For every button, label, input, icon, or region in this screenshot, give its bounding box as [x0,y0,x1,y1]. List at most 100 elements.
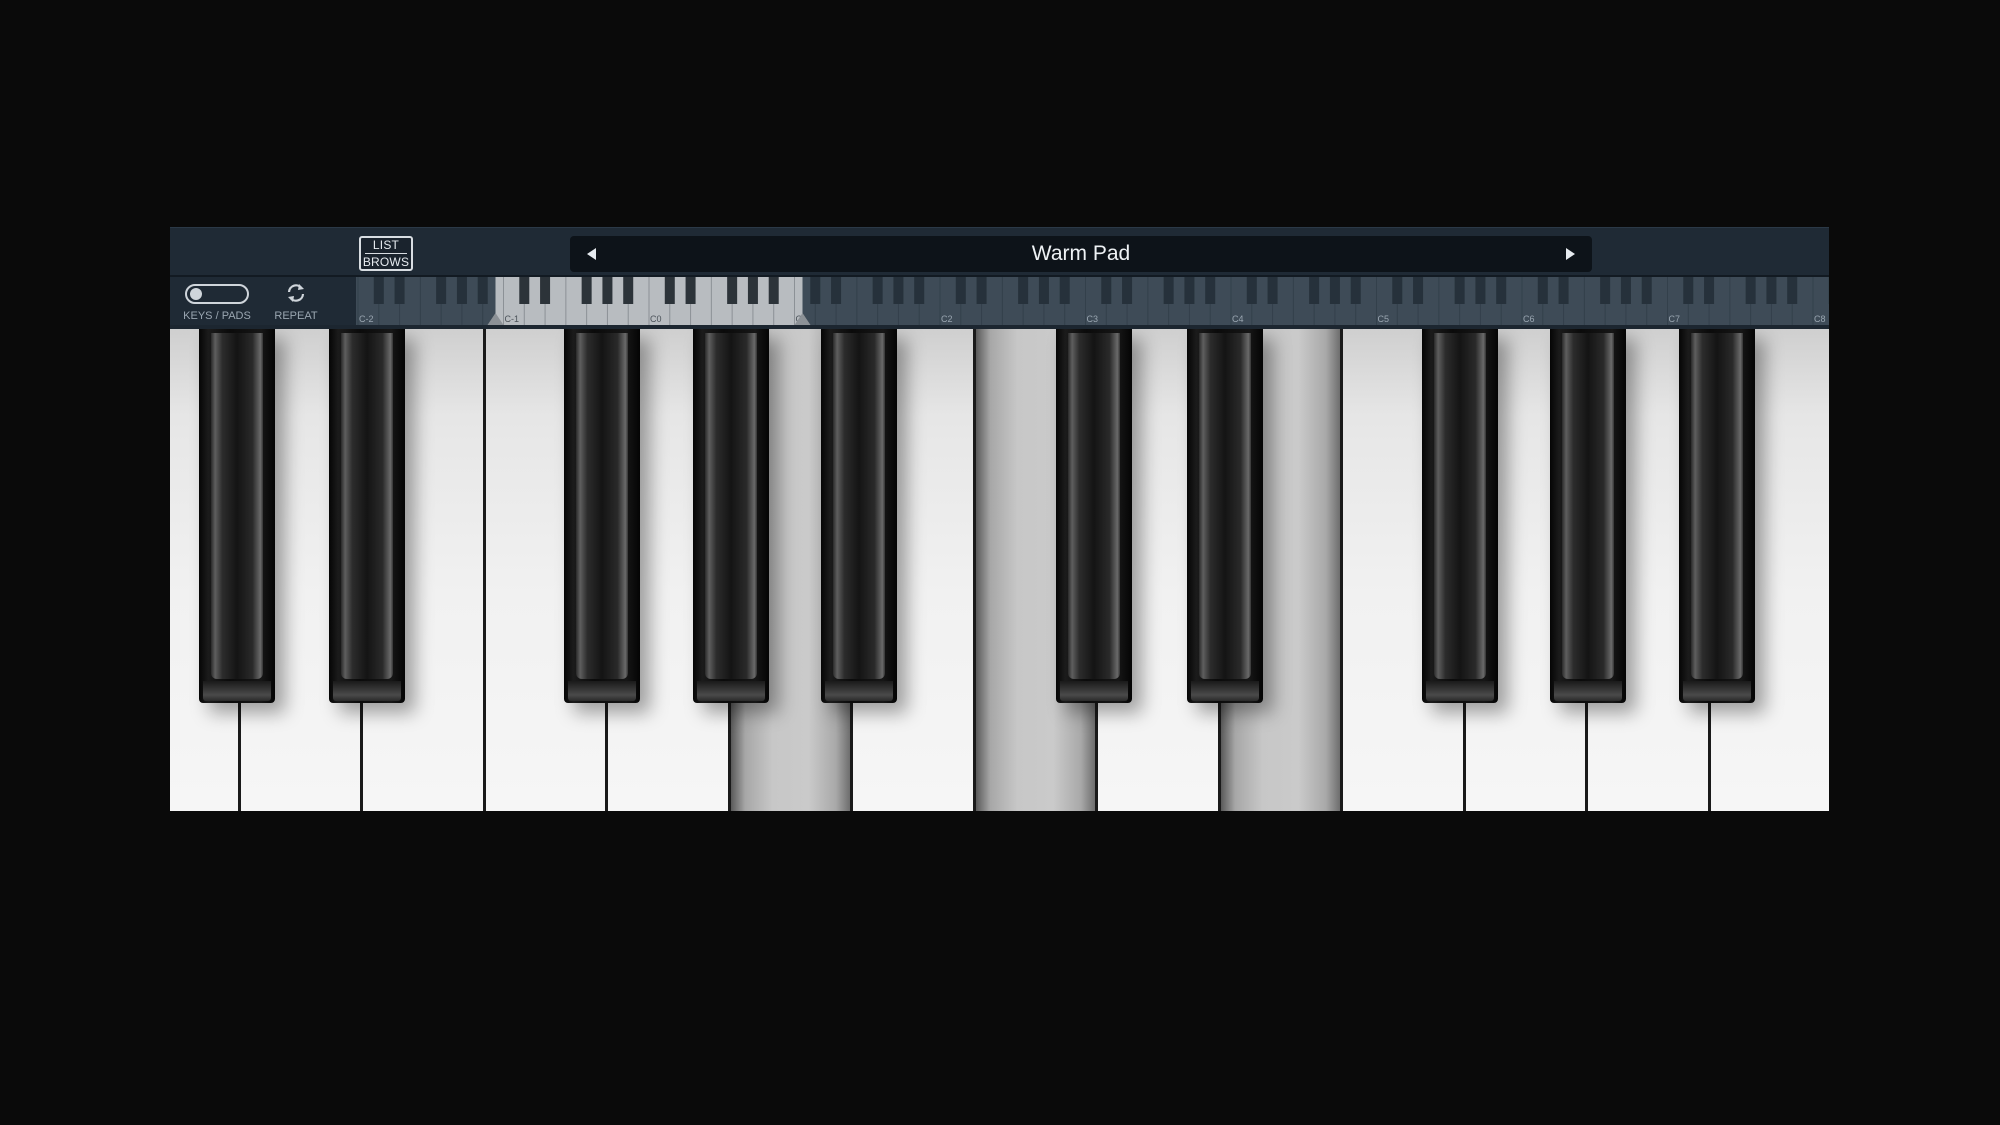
overview-black-key [1122,277,1133,304]
keyboard-range-overview[interactable]: C-2C-1C0C1C2C3C4C5C6C7C8 [356,277,1829,325]
overview-black-key [664,277,675,304]
overview-octave-label: C2 [941,314,953,324]
black-key-g-sharp[interactable] [1550,329,1626,703]
overview-black-key [1018,277,1029,304]
black-key-tip [1190,681,1259,701]
overview-black-key [872,277,883,304]
overview-octave-label: C-2 [359,314,374,324]
black-key-f-sharp[interactable] [1421,329,1498,703]
overview-black-key [1745,277,1756,304]
overview-black-key [893,277,904,304]
overview-black-key [810,277,821,304]
overview-black-key [456,277,467,304]
overview-black-key [768,277,779,304]
black-key-tip [1682,681,1751,701]
black-key-tip [568,681,636,701]
black-key-g-sharp[interactable] [692,329,769,703]
overview-octave-label: C0 [650,314,662,324]
overview-black-key [1641,277,1652,304]
overview-black-key [747,277,758,304]
list-browse-line1: LIST [372,238,400,252]
overview-octave-label: C3 [1087,314,1099,324]
black-key-highlight [1068,333,1120,679]
black-key-highlight [833,333,885,679]
black-key-highlight [1433,333,1486,679]
overview-black-key [1600,277,1611,304]
overview-black-key [373,277,384,304]
overview-black-key [1766,277,1777,304]
overview-black-key [1246,277,1257,304]
keys-pads-toggle[interactable] [185,284,249,304]
black-key-d-sharp[interactable] [329,329,405,703]
overview-black-key [1475,277,1486,304]
overview-black-key [394,277,405,304]
overview-black-key [1454,277,1465,304]
black-key-tip [1060,681,1128,701]
overview-black-key [1184,277,1195,304]
preset-selector[interactable]: Warm Pad [570,236,1592,272]
overview-black-key [477,277,488,304]
overview-black-key [602,277,613,304]
overview-black-key [914,277,925,304]
overview-black-key [1101,277,1112,304]
overview-octave-label: C-1 [505,314,520,324]
piano-app: LIST BROWS Warm Pad KEYS / PADS REPEAT C… [170,227,1829,811]
black-key-tip [333,681,401,701]
toggle-knob [190,288,202,300]
overview-octave-label: C8 [1814,314,1826,324]
black-key-tip [202,681,271,701]
overview-black-key [1038,277,1049,304]
preset-name: Warm Pad [1031,242,1131,265]
overview-black-key [1059,277,1070,304]
black-key-tip [1425,681,1494,701]
overview-black-key [1163,277,1174,304]
overview-black-key [623,277,634,304]
overview-black-key [436,277,447,304]
overview-black-key [581,277,592,304]
overview-black-key [1620,277,1631,304]
overview-black-key [1537,277,1548,304]
overview-black-key [519,277,530,304]
black-key-highlight [1198,333,1251,679]
overview-black-key [1787,277,1798,304]
overview-black-key [1205,277,1216,304]
black-key-tip [825,681,893,701]
black-key-f-sharp[interactable] [564,329,640,703]
black-key-highlight [1690,333,1743,679]
overview-black-key [1413,277,1424,304]
list-browse-divider [365,253,407,254]
overview-black-key [1558,277,1569,304]
black-key-highlight [576,333,628,679]
overview-black-key [685,277,696,304]
repeat-label: REPEAT [274,310,318,322]
overview-black-key [540,277,551,304]
repeat-button[interactable]: REPEAT [274,280,318,324]
overview-octave-label: C5 [1378,314,1390,324]
black-key-c-sharp[interactable] [198,329,275,703]
overview-black-key [1496,277,1507,304]
overview-black-key [1267,277,1278,304]
overview-octave-label: C6 [1523,314,1535,324]
overview-black-key [831,277,842,304]
overview-black-key [1704,277,1715,304]
overview-octave-label: C7 [1669,314,1681,324]
black-key-highlight [341,333,393,679]
repeat-icon [287,284,305,302]
overview-octave-label: C4 [1232,314,1244,324]
black-key-highlight [1562,333,1614,679]
next-preset-arrow-icon[interactable] [1552,236,1588,272]
black-key-highlight [704,333,757,679]
black-key-a-sharp[interactable] [821,329,897,703]
top-toolbar: LIST BROWS Warm Pad [170,227,1829,277]
black-key-d-sharp[interactable] [1186,329,1263,703]
black-key-tip [1554,681,1622,701]
overview-black-key [727,277,738,304]
list-browse-button[interactable]: LIST BROWS [359,236,413,271]
overview-black-key [1392,277,1403,304]
keyboard-controls: KEYS / PADS REPEAT [170,277,356,325]
list-browse-line2: BROWS [362,255,410,269]
overview-black-key [955,277,966,304]
black-key-a-sharp[interactable] [1678,329,1755,703]
black-key-c-sharp[interactable] [1056,329,1132,703]
keys-pads-label: KEYS / PADS [183,310,251,322]
